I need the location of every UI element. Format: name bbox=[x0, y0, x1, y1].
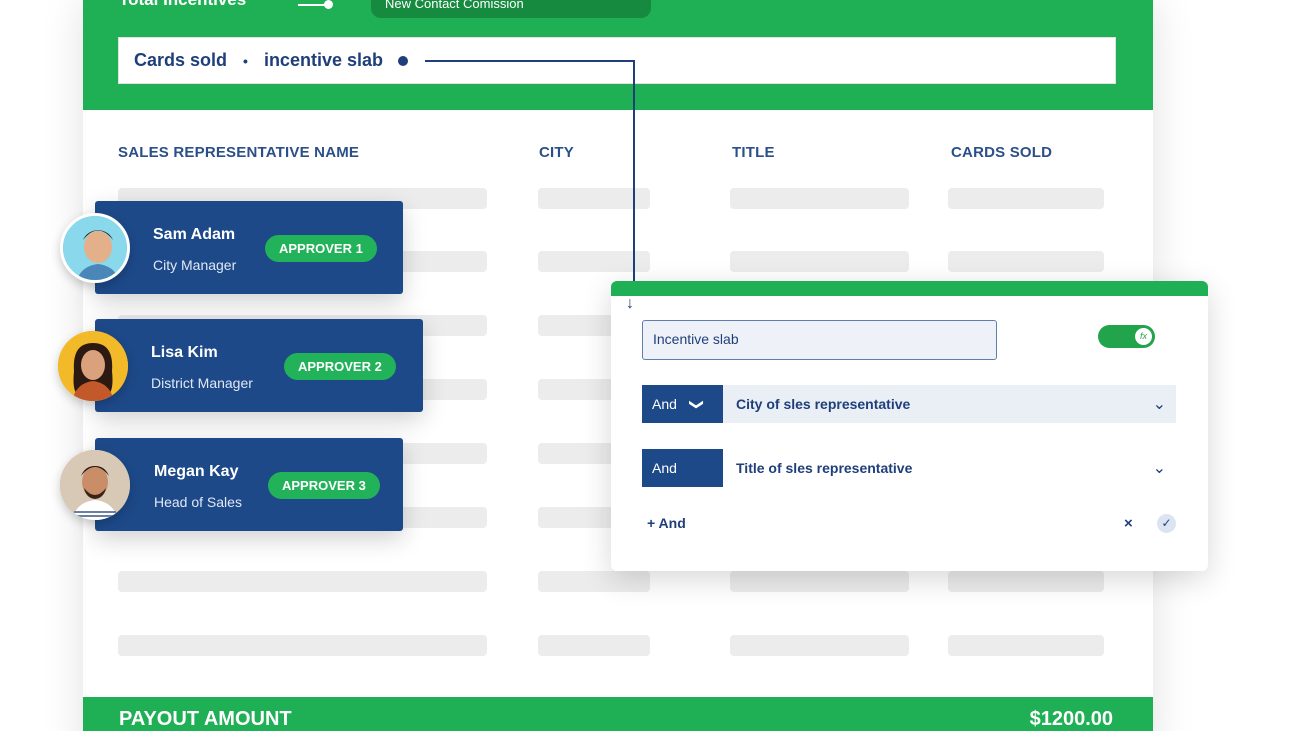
operator-label: And bbox=[652, 396, 677, 412]
link-anchor-icon bbox=[398, 55, 408, 66]
approver-name: Lisa Kim bbox=[151, 344, 218, 361]
approver-role: District Manager bbox=[151, 375, 253, 391]
approver-role: City Manager bbox=[153, 257, 237, 273]
row-placeholder bbox=[730, 251, 909, 272]
fx-icon: fx bbox=[1135, 328, 1152, 345]
row-placeholder bbox=[730, 188, 909, 209]
row-placeholder bbox=[118, 635, 487, 656]
arrow-down-icon: ↓ bbox=[626, 295, 634, 312]
connector-dot-icon bbox=[324, 0, 333, 9]
condition-field[interactable]: Title of sles representative bbox=[723, 449, 1176, 487]
approver-name: Megan Kay bbox=[154, 463, 239, 480]
column-header-title[interactable]: TITLE bbox=[732, 144, 775, 161]
row-placeholder bbox=[948, 635, 1104, 656]
stage: Total Incentives New Contact Comission C… bbox=[0, 0, 1300, 731]
add-condition-button[interactable]: + And bbox=[647, 515, 686, 531]
chevron-down-icon: ❯ bbox=[689, 398, 706, 410]
condition-field[interactable]: City of sles representative bbox=[723, 385, 1176, 423]
approver-badge: APPROVER 3 bbox=[268, 472, 380, 499]
formula-term-cards[interactable]: Cards sold bbox=[134, 50, 227, 71]
approver-card-2[interactable]: Lisa Kim District Manager APPROVER 2 bbox=[95, 319, 423, 412]
condition-row-2[interactable]: And Title of sles representative ⌄ bbox=[642, 449, 1176, 487]
avatar-lisa-kim bbox=[58, 331, 128, 401]
avatar-megan-kay bbox=[60, 450, 130, 520]
formula-separator: • bbox=[243, 52, 248, 69]
slab-name-input[interactable]: Incentive slab bbox=[642, 320, 997, 360]
row-placeholder bbox=[948, 188, 1104, 209]
row-placeholder bbox=[730, 571, 909, 592]
row-placeholder bbox=[948, 571, 1104, 592]
column-header-cards-sold[interactable]: CARDS SOLD bbox=[951, 144, 1052, 161]
operator-label: And bbox=[652, 460, 677, 476]
chevron-down-icon[interactable]: ⌄ bbox=[1153, 458, 1166, 478]
link-line bbox=[633, 60, 635, 306]
row-placeholder bbox=[538, 635, 650, 656]
column-header-city[interactable]: CITY bbox=[539, 144, 574, 161]
row-placeholder bbox=[538, 571, 650, 592]
formula-term-slab[interactable]: incentive slab bbox=[264, 50, 383, 71]
close-icon[interactable]: × bbox=[1124, 515, 1133, 532]
check-icon[interactable]: ✓ bbox=[1157, 514, 1176, 533]
approver-card-3[interactable]: Megan Kay Head of Sales APPROVER 3 bbox=[95, 438, 403, 531]
approver-card-1[interactable]: Sam Adam City Manager APPROVER 1 bbox=[95, 201, 403, 294]
operator-box[interactable]: And bbox=[642, 449, 723, 487]
page-title: Total Incentives bbox=[119, 0, 246, 10]
link-line bbox=[425, 60, 635, 62]
header-band: Total Incentives New Contact Comission C… bbox=[83, 0, 1153, 110]
approver-badge: APPROVER 1 bbox=[265, 235, 377, 262]
row-placeholder bbox=[730, 635, 909, 656]
column-header-name[interactable]: SALES REPRESENTATIVE NAME bbox=[118, 144, 359, 161]
contract-tag[interactable]: New Contact Comission bbox=[371, 0, 651, 18]
condition-editor-popup: Incentive slab fx And ❯ City of sles rep… bbox=[611, 281, 1208, 571]
payout-label: PAYOUT AMOUNT bbox=[119, 708, 292, 730]
chevron-down-icon[interactable]: ⌄ bbox=[1153, 394, 1166, 414]
approver-badge: APPROVER 2 bbox=[284, 353, 396, 380]
approver-name: Sam Adam bbox=[153, 226, 236, 243]
row-placeholder bbox=[948, 251, 1104, 272]
row-placeholder bbox=[118, 571, 487, 592]
payout-amount: $1200.00 bbox=[1029, 708, 1113, 730]
operator-dropdown[interactable]: And ❯ bbox=[642, 385, 723, 423]
formula-toggle[interactable]: fx bbox=[1098, 325, 1155, 348]
popup-accent-bar bbox=[611, 281, 1208, 296]
approver-role: Head of Sales bbox=[154, 494, 242, 510]
condition-row-1[interactable]: And ❯ City of sles representative ⌄ bbox=[642, 385, 1176, 423]
avatar-sam-adam bbox=[60, 213, 130, 283]
